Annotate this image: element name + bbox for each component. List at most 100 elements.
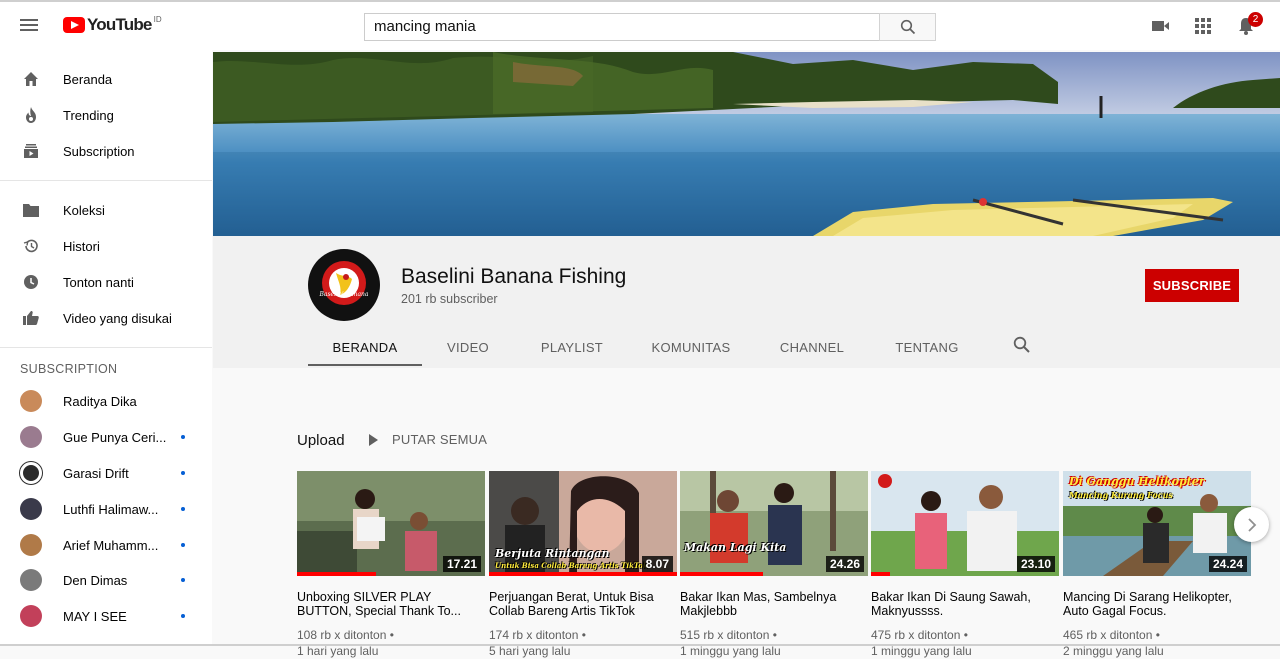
subscriptions-icon xyxy=(22,142,40,160)
sidebar-divider xyxy=(0,347,212,348)
video-thumbnail[interactable]: 17.21 xyxy=(297,471,485,576)
video-age: 5 hari yang lalu xyxy=(489,644,571,658)
new-content-dot xyxy=(181,507,185,511)
watch-progress xyxy=(489,572,677,576)
channel-avatar[interactable]: Baselini Banana xyxy=(308,249,380,321)
create-video-icon[interactable] xyxy=(1150,16,1170,36)
subscription-name: Garasi Drift xyxy=(63,465,129,481)
video-title[interactable]: Bakar Ikan Di Saung Sawah, Maknyussss. xyxy=(871,590,1059,618)
video-title[interactable]: Perjuangan Berat, Untuk Bisa Collab Bare… xyxy=(489,590,677,618)
folder-icon xyxy=(22,201,40,219)
youtube-logo[interactable]: YouTube ID xyxy=(63,15,162,35)
video-thumbnail[interactable]: Di Ganggu Helikopter Mancing Kurang Focu… xyxy=(1063,471,1251,576)
video-thumbnail[interactable]: Berjuta Rintangan Untuk Bisa Collab Bare… xyxy=(489,471,677,576)
menu-icon[interactable] xyxy=(20,16,40,36)
subscription-item[interactable]: Den Dimas xyxy=(0,562,212,598)
avatar xyxy=(20,390,42,412)
subscription-item[interactable]: Raditya Dika xyxy=(0,383,212,419)
sidebar: Beranda Trending Subscription Koleksi Hi… xyxy=(0,50,212,644)
sidebar-item-video-disukai[interactable]: Video yang disukai xyxy=(0,300,212,336)
channel-name: Baselini Banana Fishing xyxy=(401,265,627,288)
tab-tentang[interactable]: TENTANG xyxy=(891,332,963,366)
sidebar-item-koleksi[interactable]: Koleksi xyxy=(0,192,212,228)
subscription-name: Gue Punya Ceri... xyxy=(63,429,167,445)
channel-content: Upload PUTAR SEMUA 17.21 Unboxing SILVER… xyxy=(213,368,1280,658)
tab-channel[interactable]: CHANNEL xyxy=(775,332,849,366)
subscription-item[interactable]: Garasi Drift xyxy=(0,455,212,491)
search-button[interactable] xyxy=(879,13,936,41)
video-card[interactable]: 17.21 Unboxing SILVER PLAY BUTTON, Speci… xyxy=(297,471,485,659)
subscribe-button[interactable]: SUBSCRIBE xyxy=(1145,269,1239,302)
tab-video[interactable]: VIDEO xyxy=(438,332,498,366)
new-content-dot xyxy=(181,614,185,618)
avatar xyxy=(20,462,42,484)
new-content-dot xyxy=(181,435,185,439)
video-views: 174 rb x ditonton • xyxy=(489,628,586,642)
subscription-item[interactable]: MAY I SEE xyxy=(0,598,212,634)
avatar xyxy=(20,605,42,627)
subscription-item[interactable]: Arief Muhamm... xyxy=(0,527,212,563)
thumbnail-caption: Di Ganggu Helikopter xyxy=(1069,475,1205,488)
sidebar-item-trending[interactable]: Trending xyxy=(0,97,212,133)
section-title[interactable]: Upload xyxy=(297,432,345,449)
video-card[interactable]: Makan Lagi Kita 24.26 Bakar Ikan Mas, Sa… xyxy=(680,471,868,659)
clock-icon xyxy=(22,273,40,291)
sidebar-item-label: Subscription xyxy=(63,143,135,159)
subscription-item[interactable]: Luthfi Halimaw... xyxy=(0,491,212,527)
logo-text: YouTube xyxy=(87,15,152,34)
subscription-name: MAY I SEE xyxy=(63,608,127,624)
banner-image xyxy=(213,52,1280,236)
video-thumbnail[interactable]: Makan Lagi Kita 24.26 xyxy=(680,471,868,576)
sidebar-item-subscription[interactable]: Subscription xyxy=(0,133,212,169)
play-icon xyxy=(369,433,378,446)
subscriber-count: 201 rb subscriber xyxy=(401,292,498,306)
video-title[interactable]: Unboxing SILVER PLAY BUTTON, Special Tha… xyxy=(297,590,485,618)
thumbs-up-icon xyxy=(22,309,40,327)
avatar xyxy=(20,426,42,448)
sidebar-item-beranda[interactable]: Beranda xyxy=(0,61,212,97)
video-card[interactable]: 23.10 Bakar Ikan Di Saung Sawah, Maknyus… xyxy=(871,471,1059,659)
search-input[interactable]: mancing mania xyxy=(364,13,880,41)
sidebar-item-label: Beranda xyxy=(63,71,113,87)
sidebar-divider xyxy=(0,180,212,181)
history-icon xyxy=(22,237,40,255)
video-duration: 24.26 xyxy=(825,556,864,572)
tab-beranda[interactable]: BERANDA xyxy=(308,332,422,366)
tab-playlist[interactable]: PLAYLIST xyxy=(533,332,611,366)
video-age: 1 minggu yang lalu xyxy=(871,644,972,658)
home-icon xyxy=(22,70,40,88)
channel-avatar-text: Baselini Banana xyxy=(319,291,369,298)
video-views: 515 rb x ditonton • xyxy=(680,628,777,642)
video-duration: 23.10 xyxy=(1016,556,1055,572)
watch-progress xyxy=(297,572,376,576)
avatar xyxy=(20,534,42,556)
video-duration: 8.07 xyxy=(641,556,673,572)
thumbnail-caption: Berjuta Rintangan xyxy=(495,547,610,560)
video-views: 108 rb x ditonton • xyxy=(297,628,394,642)
sidebar-item-label: Tonton nanti xyxy=(63,274,134,290)
new-content-dot xyxy=(181,543,185,547)
channel-search-icon[interactable] xyxy=(1013,336,1031,354)
video-title[interactable]: Bakar Ikan Mas, Sambelnya Makjlebbb xyxy=(680,590,868,618)
country-code: ID xyxy=(153,14,162,24)
new-content-dot xyxy=(181,471,185,475)
subscription-name: Luthfi Halimaw... xyxy=(63,501,159,517)
video-thumbnail[interactable]: 23.10 xyxy=(871,471,1059,576)
sidebar-item-histori[interactable]: Histori xyxy=(0,228,212,264)
notification-badge: 2 xyxy=(1248,12,1263,27)
subscription-name: Arief Muhamm... xyxy=(63,537,159,553)
video-title[interactable]: Mancing Di Sarang Helikopter, Auto Gagal… xyxy=(1063,590,1251,618)
play-all-button[interactable]: PUTAR SEMUA xyxy=(369,432,487,447)
sidebar-item-tonton-nanti[interactable]: Tonton nanti xyxy=(0,264,212,300)
video-card[interactable]: Berjuta Rintangan Untuk Bisa Collab Bare… xyxy=(489,471,677,659)
video-age: 1 hari yang lalu xyxy=(297,644,379,658)
video-card[interactable]: Di Ganggu Helikopter Mancing Kurang Focu… xyxy=(1063,471,1251,659)
video-views: 475 rb x ditonton • xyxy=(871,628,968,642)
shelf-next-button[interactable] xyxy=(1234,507,1269,542)
apps-icon[interactable] xyxy=(1193,16,1213,36)
subscription-item[interactable]: Gue Punya Ceri... xyxy=(0,419,212,455)
video-duration: 17.21 xyxy=(442,556,481,572)
tab-komunitas[interactable]: KOMUNITAS xyxy=(647,332,735,366)
thumbnail-caption: Untuk Bisa Collab Bareng Artis TikTok xyxy=(495,561,648,570)
youtube-play-icon xyxy=(63,17,85,33)
